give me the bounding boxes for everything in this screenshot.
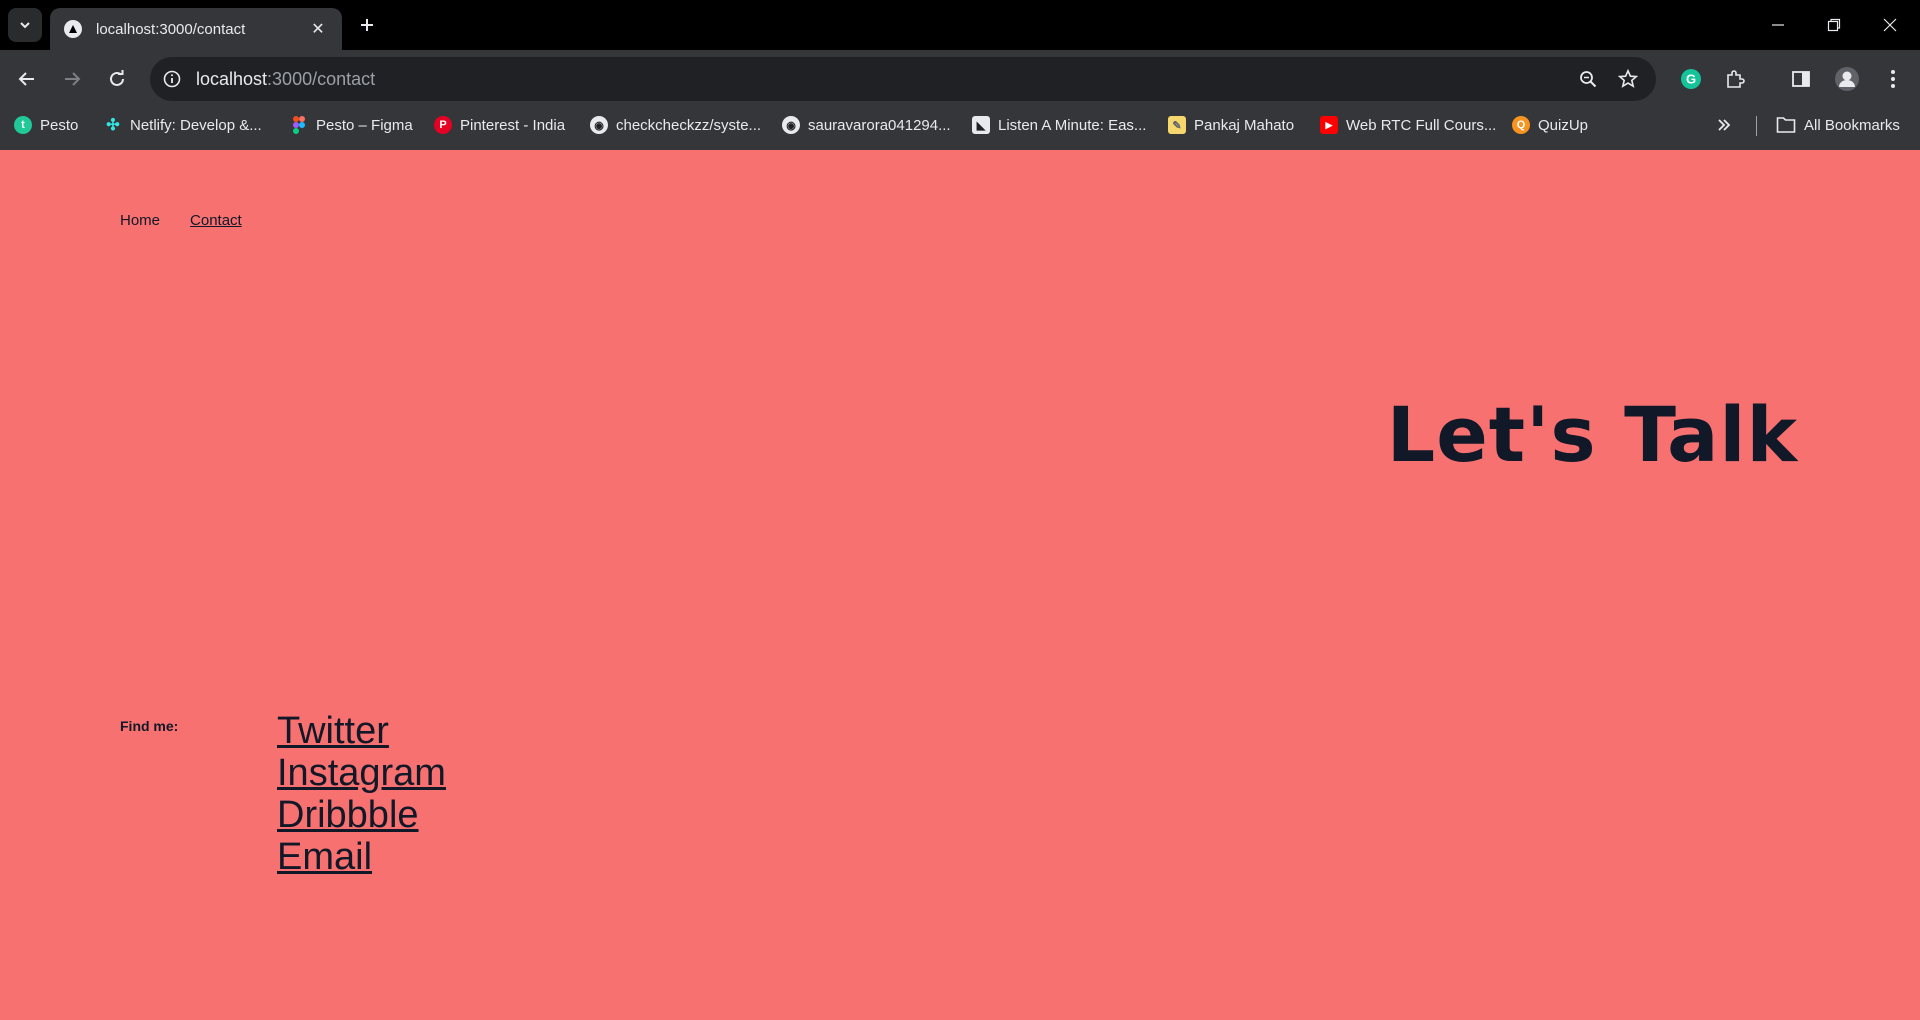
more-vertical-icon: [1891, 70, 1895, 88]
bookmark-label: QuizUp: [1538, 116, 1589, 134]
bookmark-label: Pankaj Mahato: [1194, 116, 1295, 134]
url-host: localhost: [196, 69, 268, 89]
bookmark-listen-a-minute[interactable]: ◣ Listen A Minute: Eas...: [972, 108, 1146, 142]
bookmark-github-checkcheckzz[interactable]: ◉ checkcheckzz/syste...: [590, 108, 761, 142]
nav-contact-link[interactable]: Contact: [190, 212, 242, 229]
bookmark-quizup[interactable]: Q QuizUp: [1512, 108, 1588, 142]
nav-home-link[interactable]: Home: [120, 212, 160, 229]
grammarly-icon: G: [1681, 69, 1701, 89]
minimize-icon: [1772, 24, 1784, 26]
quizup-icon: Q: [1512, 116, 1530, 134]
plus-icon: [361, 19, 373, 31]
instagram-link[interactable]: Instagram: [277, 752, 446, 794]
bookmark-star-icon[interactable]: [1616, 67, 1640, 91]
url-path: :3000/contact: [267, 69, 376, 89]
bookmark-label: Pinterest - India: [460, 116, 566, 134]
bookmark-label: Pesto: [40, 116, 79, 134]
folder-icon: [1776, 117, 1796, 133]
bookmark-label: Web RTC Full Cours...: [1346, 116, 1497, 134]
all-bookmarks-label: All Bookmarks: [1804, 116, 1900, 134]
restore-button[interactable]: [1806, 0, 1862, 50]
email-link[interactable]: Email: [277, 836, 446, 878]
browser-menu-button[interactable]: [1876, 62, 1910, 96]
address-bar[interactable]: localhost:3000/contact: [150, 57, 1656, 101]
github-icon: ◉: [782, 116, 800, 134]
active-tab[interactable]: localhost:3000/contact ✕: [50, 8, 342, 50]
social-links: Twitter Instagram Dribbble Email: [277, 710, 446, 878]
minimize-button[interactable]: [1750, 0, 1806, 50]
github-icon: ◉: [590, 116, 608, 134]
double-chevron-right-icon: [1718, 119, 1731, 131]
figma-icon: [290, 116, 308, 134]
bookmark-pinterest[interactable]: P Pinterest - India: [434, 108, 565, 142]
reload-button[interactable]: [100, 62, 134, 96]
note-icon: ✎: [1168, 116, 1186, 134]
bookmark-pesto[interactable]: t Pesto: [14, 108, 78, 142]
side-panel-button[interactable]: [1784, 62, 1818, 96]
nextjs-favicon-icon: [64, 20, 82, 38]
bookmark-label: Listen A Minute: Eas...: [998, 116, 1147, 134]
tab-close-icon[interactable]: ✕: [306, 17, 330, 41]
dribbble-link[interactable]: Dribbble: [277, 794, 446, 836]
bookmark-pankaj-mahato[interactable]: ✎ Pankaj Mahato: [1168, 108, 1294, 142]
arrow-left-icon: [18, 72, 34, 86]
browser-toolbar: localhost:3000/contact G: [0, 50, 1920, 108]
bookmark-label: checkcheckzz/syste...: [616, 116, 762, 134]
new-tab-button[interactable]: [352, 10, 382, 40]
bookmark-webrtc[interactable]: ▶ Web RTC Full Cours...: [1320, 108, 1496, 142]
avatar: [1835, 67, 1859, 91]
bookmark-netlify[interactable]: ✣ Netlify: Develop &...: [104, 108, 262, 142]
profile-button[interactable]: [1830, 62, 1864, 96]
restore-icon: [1827, 18, 1841, 32]
close-icon: [1883, 18, 1897, 32]
zoom-icon[interactable]: [1576, 67, 1600, 91]
forward-button[interactable]: [55, 62, 89, 96]
tab-strip: localhost:3000/contact ✕: [0, 0, 1920, 50]
bookmarks-bar: t Pesto ✣ Netlify: Develop &... Pesto – …: [0, 108, 1920, 151]
arrow-right-icon: [65, 72, 81, 86]
tab-search-button[interactable]: [8, 8, 42, 42]
bookmark-figma[interactable]: Pesto – Figma: [290, 108, 413, 142]
svg-text:G: G: [1686, 72, 1696, 87]
side-panel-icon: [1792, 71, 1810, 87]
twitter-link[interactable]: Twitter: [277, 710, 446, 752]
bookmarks-divider: [1756, 116, 1757, 136]
all-bookmarks-button[interactable]: All Bookmarks: [1776, 108, 1900, 142]
url-text: localhost:3000/contact: [196, 69, 375, 90]
puzzle-icon: [1727, 70, 1745, 88]
pinterest-icon: P: [434, 116, 452, 134]
bookmark-github-sauravarora[interactable]: ◉ sauravarora041294...: [782, 108, 951, 142]
back-button[interactable]: [10, 62, 44, 96]
page-title: Let's Talk: [1386, 390, 1798, 479]
youtube-icon: ▶: [1320, 116, 1338, 134]
bookmark-label: Netlify: Develop &...: [130, 116, 262, 134]
site-info-icon[interactable]: [160, 67, 184, 91]
bookmark-label: Pesto – Figma: [316, 116, 413, 134]
pesto-icon: t: [14, 116, 32, 134]
extensions-button[interactable]: [1718, 62, 1752, 96]
page-content: Home Contact Let's Talk Find me: Twitter…: [0, 150, 1920, 1020]
reload-icon: [110, 70, 124, 86]
close-window-button[interactable]: [1862, 0, 1918, 50]
more-bookmarks-button[interactable]: [1716, 108, 1732, 142]
site-nav: Home Contact: [120, 212, 242, 229]
listen-icon: ◣: [972, 116, 990, 134]
grammarly-extension-button[interactable]: G: [1674, 62, 1708, 96]
tab-title: localhost:3000/contact: [96, 20, 246, 38]
netlify-icon: ✣: [106, 117, 120, 134]
bookmark-label: sauravarora041294...: [808, 116, 951, 134]
chevron-down-icon: [20, 22, 30, 29]
find-me-label: Find me:: [120, 718, 179, 734]
